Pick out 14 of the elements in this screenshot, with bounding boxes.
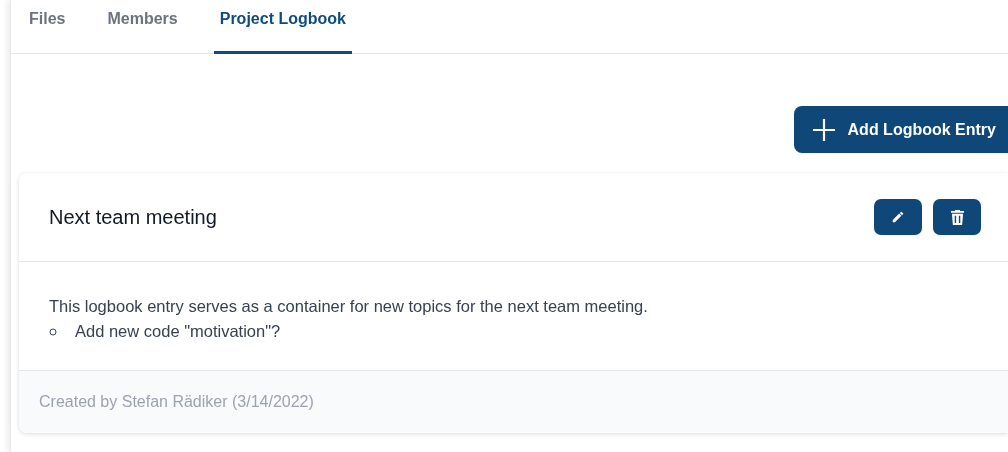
tab[interactable]: Files bbox=[23, 0, 72, 54]
tab[interactable]: Members bbox=[101, 0, 184, 54]
bullet-icon bbox=[49, 327, 57, 336]
entry-title: Next team meeting bbox=[49, 205, 217, 229]
edit-button[interactable] bbox=[874, 199, 922, 235]
plus-icon bbox=[811, 117, 836, 142]
entry-footer: Created by Stefan Rädiker (3/14/2022) bbox=[19, 370, 1008, 433]
trash-icon bbox=[950, 209, 964, 225]
delete-button[interactable] bbox=[933, 199, 981, 235]
tab[interactable]: Project Logbook bbox=[213, 0, 352, 54]
list-item: Add new code "motivation"? bbox=[75, 321, 281, 342]
entry-text: This logbook entry serves as a container for new topics for the next team meeting. bbox=[49, 296, 649, 317]
pencil-icon bbox=[891, 210, 905, 224]
add-logbook-entry-button[interactable]: Add Logbook Entry bbox=[793, 106, 1008, 153]
